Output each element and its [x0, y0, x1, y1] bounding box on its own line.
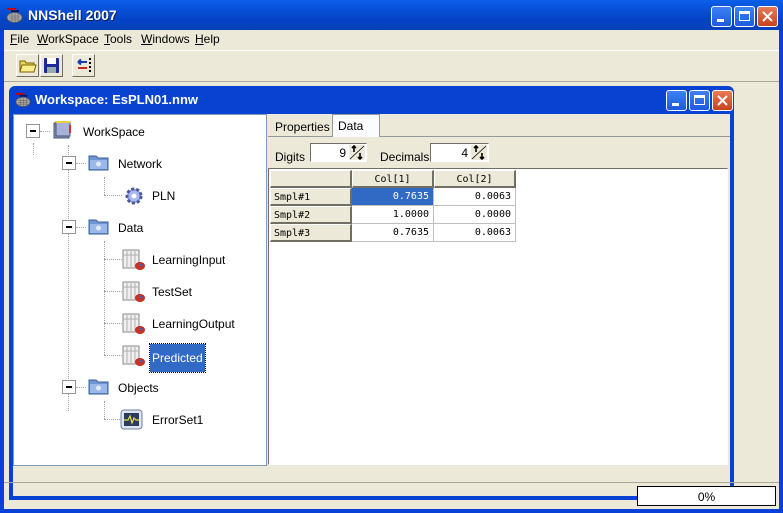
- tree-node-pln[interactable]: PLN: [14, 185, 264, 205]
- collapse-toggle[interactable]: [62, 380, 76, 394]
- column-header[interactable]: Col[2]: [434, 170, 516, 188]
- data-table-icon: [122, 313, 145, 334]
- collapse-toggle[interactable]: [26, 124, 40, 138]
- maximize-button[interactable]: [734, 6, 755, 27]
- grid-corner: [270, 170, 352, 188]
- tree-node-learninginput[interactable]: LearningInput: [14, 249, 264, 270]
- tree-node-learningoutput[interactable]: LearningOutput: [14, 313, 264, 334]
- grid-cell[interactable]: 0.7635: [352, 224, 434, 242]
- menu-windows[interactable]: Windows: [141, 32, 190, 46]
- data-table-icon: [122, 249, 145, 270]
- workspace-close-button[interactable]: [712, 90, 733, 111]
- folder-icon: [88, 219, 109, 235]
- collapse-toggle[interactable]: [62, 220, 76, 234]
- tree-node-network[interactable]: Network: [14, 153, 264, 173]
- status-bar: 0%: [4, 482, 779, 510]
- workspace-window: Workspace: EsPLN01.nnw WorkSpace Network…: [9, 86, 734, 500]
- grid-cell[interactable]: 0.0063: [434, 188, 516, 206]
- close-icon: [717, 95, 728, 106]
- menu-workspace[interactable]: WorkSpace: [37, 32, 99, 46]
- transfer-button[interactable]: [72, 54, 95, 77]
- tree-node-data[interactable]: Data: [14, 217, 264, 237]
- row-header[interactable]: Smpl#1: [270, 188, 352, 206]
- tree-node-testset[interactable]: TestSet: [14, 281, 264, 302]
- data-table-icon: [122, 281, 145, 302]
- digits-value: 9: [339, 146, 346, 160]
- folder-open-icon: [19, 60, 37, 73]
- close-icon: [762, 11, 773, 22]
- workspace-client: WorkSpace Network PLN Data LearningInput…: [13, 114, 730, 496]
- decimals-spinner[interactable]: 4: [430, 143, 489, 162]
- workspace-minimize-button[interactable]: [666, 90, 687, 111]
- row-header[interactable]: Smpl#2: [270, 206, 352, 224]
- decimals-label: Decimals: [380, 150, 430, 164]
- app-logo-icon: [6, 8, 23, 23]
- tab-strip: Properties Data: [268, 114, 730, 137]
- workspace-book-icon: [53, 121, 71, 139]
- workspace-maximize-button[interactable]: [689, 90, 710, 111]
- row-header[interactable]: Smpl#3: [270, 224, 352, 242]
- detail-panel: Properties Data Digits 9 Decimals 4 Col[…: [268, 114, 730, 466]
- workspace-tree[interactable]: WorkSpace Network PLN Data LearningInput…: [13, 114, 267, 466]
- tree-node-workspace[interactable]: WorkSpace: [14, 121, 264, 141]
- menu-help[interactable]: Help: [195, 32, 220, 46]
- spin-arrows-icon[interactable]: [349, 145, 365, 160]
- workspace-logo-icon: [15, 92, 31, 107]
- column-header[interactable]: Col[1]: [352, 170, 434, 188]
- grid-cell[interactable]: 0.0063: [434, 224, 516, 242]
- open-button[interactable]: [16, 54, 39, 77]
- digits-spinner[interactable]: 9: [310, 143, 367, 162]
- save-button[interactable]: [40, 54, 63, 77]
- spin-arrows-icon[interactable]: [471, 145, 487, 160]
- workspace-title: Workspace: EsPLN01.nnw: [35, 92, 199, 107]
- app-window: NNShell 2007 File WorkSpace Tools Window…: [0, 0, 783, 513]
- collapse-toggle[interactable]: [62, 156, 76, 170]
- folder-icon: [88, 379, 109, 395]
- tree-node-errorset1[interactable]: ErrorSet1: [14, 409, 264, 430]
- arrows-transfer-icon: [77, 58, 91, 72]
- minimize-icon: [672, 103, 679, 106]
- workspace-title-bar[interactable]: Workspace: EsPLN01.nnw: [9, 86, 734, 114]
- grid-cell[interactable]: 1.0000: [352, 206, 434, 224]
- tree-node-objects[interactable]: Objects: [14, 377, 264, 397]
- format-controls: Digits 9 Decimals 4: [268, 138, 730, 166]
- tab-data[interactable]: Data: [332, 114, 380, 137]
- menu-file[interactable]: File: [10, 32, 29, 46]
- app-title-bar[interactable]: NNShell 2007: [0, 0, 783, 31]
- folder-icon: [88, 155, 109, 171]
- minimize-button[interactable]: [711, 6, 732, 27]
- menu-tools[interactable]: Tools: [104, 32, 132, 46]
- maximize-icon: [694, 95, 705, 105]
- toolbar: [4, 50, 779, 82]
- grid-cell[interactable]: 0.7635: [352, 188, 434, 206]
- error-chart-icon: [120, 409, 143, 430]
- floppy-disk-icon: [44, 58, 59, 73]
- tab-properties[interactable]: Properties: [270, 116, 335, 136]
- grid-cell[interactable]: 0.0000: [434, 206, 516, 224]
- data-table-icon: [122, 345, 145, 366]
- app-client-area: File WorkSpace Tools Windows Help Worksp…: [4, 30, 779, 509]
- data-grid[interactable]: Col[1] Col[2] Smpl#1 0.7635 0.0063 Smpl#…: [268, 168, 728, 465]
- tree-node-predicted[interactable]: Predicted: [14, 343, 264, 373]
- app-title: NNShell 2007: [28, 7, 117, 23]
- minimize-icon: [717, 19, 724, 22]
- maximize-icon: [739, 11, 750, 21]
- digits-label: Digits: [275, 150, 306, 164]
- close-button[interactable]: [757, 6, 778, 27]
- gear-icon: [125, 187, 143, 205]
- decimals-value: 4: [461, 146, 468, 160]
- progress-indicator: 0%: [637, 486, 776, 506]
- menu-bar: File WorkSpace Tools Windows Help: [4, 30, 779, 49]
